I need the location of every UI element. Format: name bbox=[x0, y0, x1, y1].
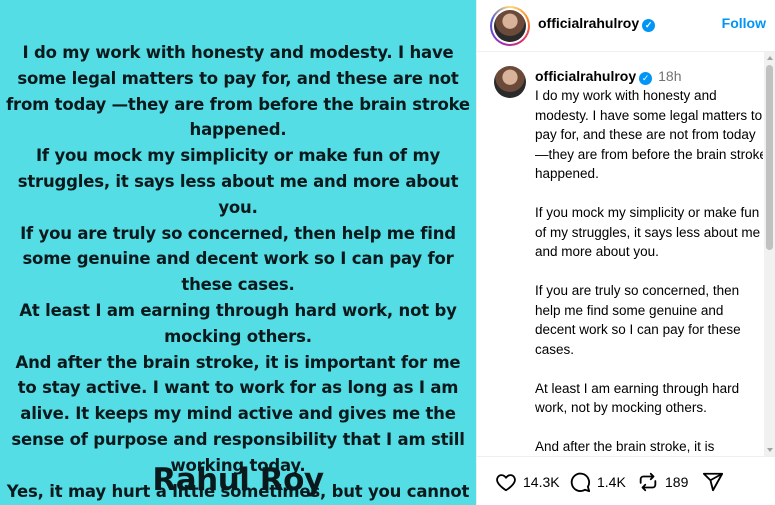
repost-icon bbox=[639, 472, 657, 492]
image-paragraph: I do my work with honesty and modesty. I… bbox=[6, 43, 470, 140]
like-button[interactable]: 14.3K bbox=[495, 471, 560, 493]
caption-paragraph: If you are truly so concerned, then help… bbox=[535, 283, 741, 357]
caption-paragraph: And after the brain stroke, it is import… bbox=[535, 439, 715, 454]
share-button[interactable] bbox=[702, 471, 730, 493]
heart-icon bbox=[496, 474, 516, 492]
caption-username[interactable]: officialrahulroy bbox=[535, 68, 636, 84]
caption-avatar[interactable] bbox=[494, 66, 526, 98]
image-paragraph: And after the brain stroke, it is import… bbox=[11, 352, 465, 475]
verified-badge-icon: ✓ bbox=[642, 19, 656, 32]
header-username[interactable]: officialrahulroy bbox=[538, 15, 639, 31]
post-side-panel: officialrahulroy ✓ Follow officialrahulro… bbox=[476, 0, 775, 505]
comment-count: 1.4K bbox=[597, 474, 626, 490]
scroll-down-arrow-icon[interactable] bbox=[767, 448, 773, 452]
scroll-up-arrow-icon[interactable] bbox=[767, 56, 773, 60]
action-bar: 14.3K 1.4K 189 bbox=[477, 456, 775, 505]
caption-area: officialrahulroy ✓ 18h I do my work with h… bbox=[477, 52, 763, 456]
post-timestamp[interactable]: 18h bbox=[658, 68, 681, 84]
caption-text: I do my work with honesty and modesty. I… bbox=[535, 86, 763, 456]
header-username-container: officialrahulroy ✓ bbox=[538, 15, 656, 32]
image-paragraph: At least I am earning through hard work,… bbox=[19, 300, 457, 346]
post-image[interactable]: I do my work with honesty and modesty. I… bbox=[0, 0, 476, 505]
like-count: 14.3K bbox=[523, 474, 560, 490]
caption-paragraph: I do my work with honesty and modesty. I… bbox=[535, 88, 763, 181]
follow-button[interactable]: Follow bbox=[722, 15, 766, 31]
repost-button[interactable]: 189 bbox=[637, 471, 688, 493]
image-paragraph: If you mock my simplicity or make fun of… bbox=[17, 146, 459, 217]
header-avatar[interactable] bbox=[490, 6, 530, 46]
caption-scrollbar[interactable] bbox=[764, 52, 775, 456]
caption-header: officialrahulroy ✓ 18h bbox=[535, 68, 682, 85]
image-signature: Rahul Roy bbox=[152, 462, 324, 498]
scroll-thumb[interactable] bbox=[766, 65, 773, 250]
share-icon bbox=[702, 472, 724, 492]
comment-button[interactable]: 1.4K bbox=[569, 471, 626, 493]
comment-icon bbox=[570, 472, 591, 493]
post-header: officialrahulroy ✓ Follow bbox=[477, 0, 775, 52]
image-paragraph: If you are truly so concerned, then help… bbox=[20, 223, 456, 295]
repost-count: 189 bbox=[665, 474, 689, 490]
post-image-text: I do my work with honesty and modesty. I… bbox=[4, 40, 472, 505]
caption-paragraph: At least I am earning through hard work,… bbox=[535, 380, 740, 416]
verified-badge-icon: ✓ bbox=[639, 72, 653, 85]
caption-paragraph: If you mock my simplicity or make fun of… bbox=[535, 205, 761, 259]
